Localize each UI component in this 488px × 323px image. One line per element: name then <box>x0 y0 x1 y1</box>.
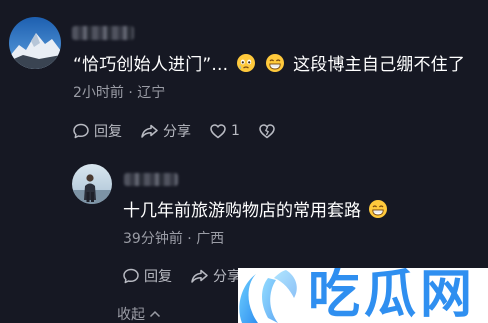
reply-location: 广西 <box>196 231 225 247</box>
comment-time: 2小时前 <box>73 85 124 101</box>
grinning-emoji <box>265 53 285 80</box>
reply-label: 回复 <box>144 269 172 285</box>
comment-text-quote: “恰巧创始人进门”... <box>73 55 229 75</box>
reply-label: 回复 <box>94 124 122 140</box>
share-label: 分享 <box>213 269 241 285</box>
watermark: 吃瓜网 <box>238 268 488 323</box>
comment-actions: 回复 分享 1 <box>72 121 294 141</box>
like-icon <box>209 122 227 140</box>
reply-avatar[interactable] <box>72 164 112 204</box>
collapse-label: 收起 <box>117 307 145 323</box>
reply-reply-button[interactable]: 回复 <box>122 266 172 286</box>
avatar[interactable] <box>9 17 61 69</box>
reply-username-redacted[interactable] <box>124 173 178 186</box>
reply-time: 39分钟前 <box>123 231 183 247</box>
comment-meta: 2小时前 · 辽宁 <box>73 83 165 103</box>
reply-text-body: 十几年前旅游购物店的常用套路 <box>123 201 361 221</box>
dislike-button[interactable] <box>258 122 276 140</box>
reply-button[interactable]: 回复 <box>72 121 122 141</box>
reply-meta: 39分钟前 · 广西 <box>123 229 224 249</box>
like-count: 1 <box>231 123 240 139</box>
share-icon <box>190 267 209 285</box>
comment-thread: “恰巧创始人进门”... 这段博主自己绷不住了 2小时前 · 辽宁 回复 分享 … <box>0 0 488 323</box>
watermark-logo-icon <box>239 270 297 323</box>
reply-icon <box>72 122 90 140</box>
reply-icon <box>122 267 140 285</box>
comment-location: 辽宁 <box>137 85 166 101</box>
share-button[interactable]: 分享 <box>140 121 191 141</box>
dislike-icon <box>258 122 276 140</box>
share-icon <box>140 122 159 140</box>
reply-text: 十几年前旅游购物店的常用套路 <box>123 199 390 226</box>
chevron-up-icon <box>149 307 161 323</box>
meta-separator: · <box>187 231 197 247</box>
reply-share-button[interactable]: 分享 <box>190 266 241 286</box>
comment-text-tail: 这段博主自己绷不住了 <box>293 55 466 75</box>
meta-separator: · <box>128 85 138 101</box>
like-button[interactable]: 1 <box>209 122 240 140</box>
share-label: 分享 <box>163 124 191 140</box>
collapse-replies-button[interactable]: 收起 <box>117 306 161 323</box>
comment-text: “恰巧创始人进门”... 这段博主自己绷不住了 <box>73 53 465 80</box>
watermark-text: 吃瓜网 <box>308 268 477 323</box>
grinning-emoji <box>368 199 388 226</box>
crying-emoji <box>236 53 256 80</box>
username-redacted[interactable] <box>72 26 134 40</box>
